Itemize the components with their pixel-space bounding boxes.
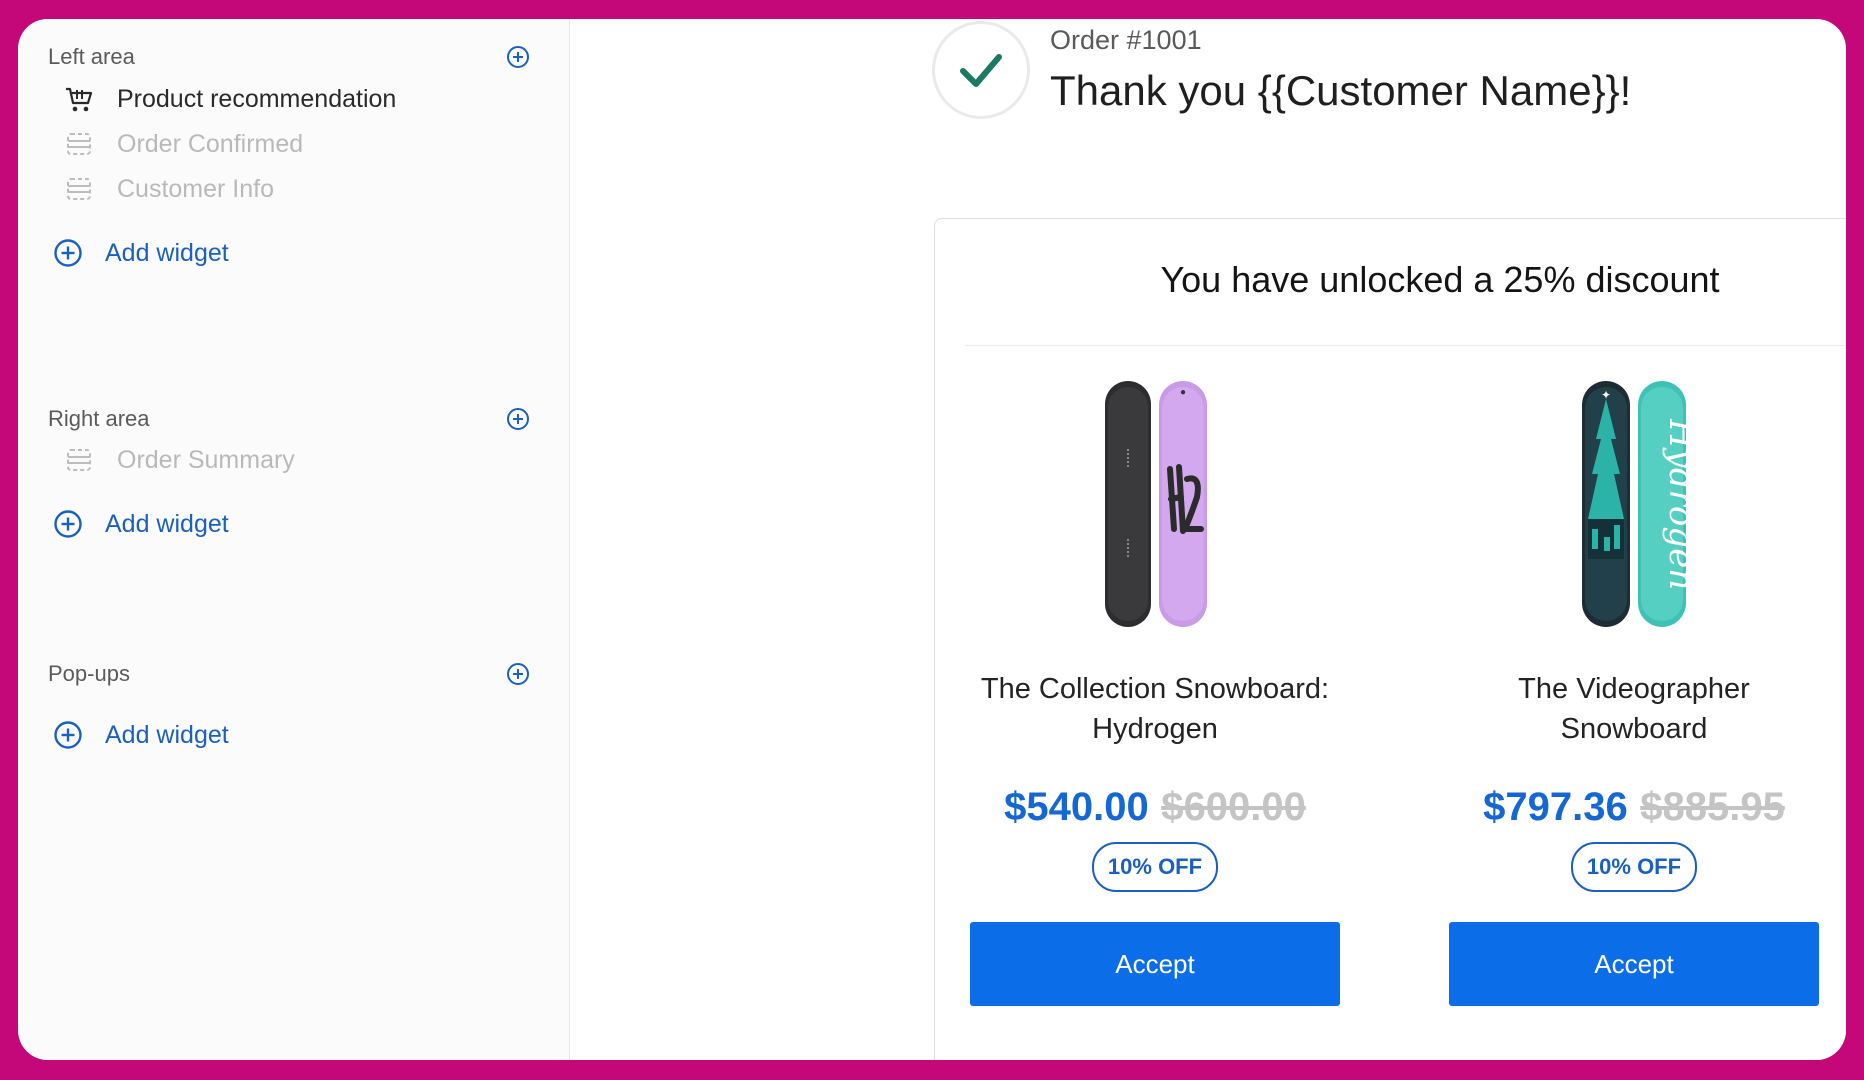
sidebar: Left area Product recommendation Order C… [18, 19, 570, 1060]
product-image-hydrogen-snowboard: ● [1105, 381, 1207, 627]
section-header-left-area: Left area [48, 37, 530, 77]
plus-circle-icon [54, 239, 82, 267]
product-name: The Collection Snowboard: Hydrogen [980, 673, 1330, 745]
divider [965, 345, 1846, 346]
add-widget-label: Add widget [105, 509, 229, 538]
add-section-widget-icon[interactable] [506, 407, 530, 431]
svg-text:✦: ✦ [1601, 388, 1611, 402]
compare-at-price: $885.95 [1640, 785, 1785, 829]
product-name: The Videographer Snowboard [1518, 673, 1750, 745]
price-row: $540.00 $600.00 [965, 785, 1345, 830]
price-row: $797.36 $885.95 [1444, 785, 1824, 830]
section-title: Pop-ups [48, 661, 130, 686]
product-card: ✦ Hydrogen The Videographer Snowboard $7… [1444, 379, 1824, 1006]
discount-badge: 10% OFF [1091, 842, 1219, 892]
discount-badge: 10% OFF [1570, 842, 1698, 892]
sidebar-item-label: Order Summary [117, 445, 295, 474]
section-title: Left area [48, 44, 135, 69]
sidebar-item-product-recommendation[interactable]: Product recommendation [63, 74, 396, 124]
accept-button[interactable]: Accept [970, 922, 1340, 1006]
section-header-right-area: Right area [48, 399, 530, 439]
upsell-title: You have unlocked a 25% discount [1160, 259, 1720, 300]
sale-price: $540.00 [1004, 785, 1149, 829]
order-number: Order #1001 [1050, 25, 1202, 55]
sidebar-item-label: Customer Info [117, 174, 275, 203]
product-image-videographer-snowboard: ✦ Hydrogen [1582, 381, 1701, 627]
svg-text:Hydrogen: Hydrogen [1661, 418, 1701, 590]
add-widget-label: Add widget [105, 238, 229, 267]
accept-button[interactable]: Accept [1449, 922, 1819, 1006]
section-header-popups: Pop-ups [48, 654, 530, 694]
block-icon [63, 128, 95, 160]
sidebar-item-label: Product recommendation [117, 84, 397, 113]
add-widget-label: Add widget [105, 720, 229, 749]
section-title: Right area [48, 406, 150, 431]
cart-icon [63, 83, 95, 115]
plus-circle-icon [54, 721, 82, 749]
plus-circle-icon [54, 510, 82, 538]
compare-at-price: $600.00 [1161, 785, 1306, 829]
add-section-widget-icon[interactable] [506, 662, 530, 686]
order-confirmed-badge [932, 21, 1030, 119]
svg-text:●: ● [1180, 387, 1186, 398]
checkmark-icon [960, 54, 1002, 87]
sidebar-item-customer-info[interactable]: Customer Info [63, 164, 274, 214]
add-widget-button-right-area[interactable]: Add widget [53, 499, 229, 549]
thank-you-heading: Thank you {{Customer Name}}! [1050, 67, 1632, 114]
sidebar-item-label: Order Confirmed [117, 129, 304, 158]
product-card: ● The Collection Snowboard: Hydrogen $54… [965, 379, 1345, 1006]
sale-price: $797.36 [1483, 785, 1628, 829]
block-icon [63, 173, 95, 205]
checkout-preview: Order #1001 Thank you {{Customer Name}}!… [570, 19, 1846, 1060]
add-section-widget-icon[interactable] [506, 45, 530, 69]
add-widget-button-left-area[interactable]: Add widget [53, 228, 229, 278]
sidebar-item-order-confirmed[interactable]: Order Confirmed [63, 119, 303, 169]
sidebar-item-order-summary[interactable]: Order Summary [63, 435, 295, 485]
upsell-widget[interactable]: You have unlocked a 25% discount ● The C… [934, 218, 1846, 1060]
add-widget-button-popups[interactable]: Add widget [53, 710, 229, 760]
app-frame: Left area Product recommendation Order C… [18, 19, 1846, 1060]
block-icon [63, 444, 95, 476]
